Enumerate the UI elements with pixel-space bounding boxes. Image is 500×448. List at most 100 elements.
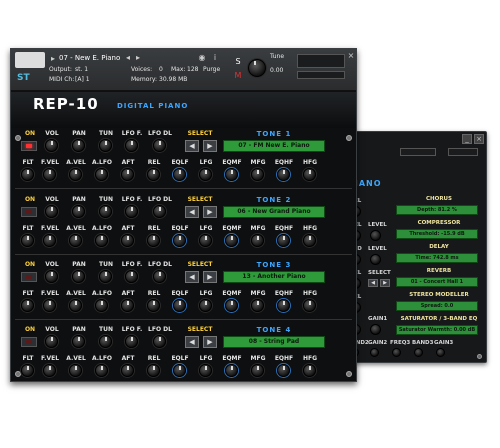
tone-knob[interactable]	[69, 168, 82, 181]
tone-knob[interactable]	[69, 299, 82, 312]
tone-knob[interactable]	[43, 299, 56, 312]
tone-knob[interactable]	[277, 234, 290, 247]
prev-patch-button[interactable]: ◀	[185, 336, 199, 348]
tone-knob[interactable]	[153, 270, 166, 283]
chevron-right-icon[interactable]: ▸	[49, 54, 57, 64]
tone-knob[interactable]	[199, 364, 212, 377]
patch-display[interactable]: 08 - String Pad	[223, 336, 325, 348]
tone-knob[interactable]	[45, 139, 58, 152]
prev-patch-button[interactable]: ◀	[185, 206, 199, 218]
tone-knob[interactable]	[173, 168, 186, 181]
prev-patch-button[interactable]: ◀	[185, 271, 199, 283]
tone-knob[interactable]	[199, 234, 212, 247]
tone-knob[interactable]	[125, 139, 138, 152]
fx-prev-button[interactable]: ◀	[368, 279, 378, 287]
fx-tune-display[interactable]	[400, 148, 436, 156]
tone-knob[interactable]	[225, 168, 238, 181]
patch-display[interactable]: 13 - Another Piano	[223, 271, 325, 283]
instrument-name[interactable]: 07 - New E. Piano	[59, 54, 120, 62]
output-value[interactable]: st. 1	[75, 66, 88, 73]
tone-knob[interactable]	[21, 234, 34, 247]
tone-knob[interactable]	[147, 234, 160, 247]
tone-knob[interactable]	[251, 234, 264, 247]
tone-knob[interactable]	[173, 299, 186, 312]
tone-on-button[interactable]	[21, 207, 37, 217]
tone-knob[interactable]	[43, 234, 56, 247]
tone-knob[interactable]	[199, 168, 212, 181]
tone-knob[interactable]	[21, 168, 34, 181]
chorus-display[interactable]: Depth: 81.2 %	[396, 205, 478, 215]
tone-on-button[interactable]	[21, 141, 37, 151]
stereo-display[interactable]: Spread: 0.0	[396, 301, 478, 311]
fx-knob[interactable]	[436, 348, 445, 357]
next-patch-button[interactable]: ▶	[203, 271, 217, 283]
next-patch-button[interactable]: ▶	[203, 140, 217, 152]
solo-icon[interactable]: S	[233, 57, 243, 67]
tone-knob[interactable]	[153, 139, 166, 152]
purge-button[interactable]: Purge	[203, 66, 220, 73]
tone-knob[interactable]	[43, 364, 56, 377]
tone-knob[interactable]	[277, 299, 290, 312]
tone-knob[interactable]	[99, 270, 112, 283]
tone-knob[interactable]	[72, 270, 85, 283]
tone-knob[interactable]	[225, 234, 238, 247]
tone-knob[interactable]	[251, 299, 264, 312]
max-value[interactable]: 128	[187, 66, 198, 73]
tone-knob[interactable]	[173, 234, 186, 247]
prev-patch-button[interactable]: ◀	[185, 140, 199, 152]
tone-knob[interactable]	[303, 299, 316, 312]
tone-knob[interactable]	[303, 234, 316, 247]
tone-knob[interactable]	[95, 234, 108, 247]
tone-knob[interactable]	[69, 234, 82, 247]
tone-knob[interactable]	[99, 335, 112, 348]
tune-knob[interactable]	[248, 59, 266, 77]
info-icon[interactable]: i	[210, 53, 220, 63]
tone-knob[interactable]	[21, 299, 34, 312]
camera-icon[interactable]: ◉	[197, 53, 207, 63]
saturator-display[interactable]: Saturator Warmth: 0.00 dB	[396, 325, 478, 335]
mute-icon[interactable]: M	[233, 71, 243, 81]
tone-knob[interactable]	[95, 299, 108, 312]
tone-knob[interactable]	[45, 270, 58, 283]
tone-knob[interactable]	[277, 168, 290, 181]
tone-knob[interactable]	[303, 168, 316, 181]
tone-knob[interactable]	[121, 364, 134, 377]
tone-knob[interactable]	[125, 205, 138, 218]
tone-knob[interactable]	[72, 335, 85, 348]
tone-knob[interactable]	[153, 335, 166, 348]
tone-knob[interactable]	[251, 168, 264, 181]
tone-knob[interactable]	[303, 364, 316, 377]
next-patch-button[interactable]: ▶	[203, 206, 217, 218]
compressor-display[interactable]: Threshold: -15.9 dB	[396, 229, 478, 239]
tone-knob[interactable]	[99, 139, 112, 152]
tone-knob[interactable]	[173, 364, 186, 377]
patch-display[interactable]: 06 - New Grand Piano	[223, 206, 325, 218]
fx-output-display[interactable]	[448, 148, 478, 156]
tone-knob[interactable]	[121, 299, 134, 312]
pan-slider[interactable]	[297, 71, 345, 79]
tone-knob[interactable]	[69, 364, 82, 377]
next-instrument-icon[interactable]: ▸	[133, 53, 143, 63]
tone-knob[interactable]	[125, 270, 138, 283]
next-patch-button[interactable]: ▶	[203, 336, 217, 348]
tone-knob[interactable]	[147, 364, 160, 377]
tone-knob[interactable]	[43, 168, 56, 181]
tone-knob[interactable]	[147, 299, 160, 312]
fx-knob[interactable]	[370, 348, 379, 357]
tone-knob[interactable]	[21, 364, 34, 377]
fx-knob[interactable]	[392, 348, 401, 357]
midi-value[interactable]: [A] 1	[75, 76, 90, 83]
tone-knob[interactable]	[199, 299, 212, 312]
delay-display[interactable]: Time: 742.8 ms	[396, 253, 478, 263]
tone-knob[interactable]	[153, 205, 166, 218]
tone-knob[interactable]	[72, 205, 85, 218]
reverb-display[interactable]: 01 - Concert Hall 1	[396, 277, 478, 287]
fx-knob[interactable]	[370, 254, 381, 265]
tone-on-button[interactable]	[21, 272, 37, 282]
tone-knob[interactable]	[277, 364, 290, 377]
tone-knob[interactable]	[95, 168, 108, 181]
fx-knob[interactable]	[414, 348, 423, 357]
tone-knob[interactable]	[95, 364, 108, 377]
tone-knob[interactable]	[147, 168, 160, 181]
fx-knob[interactable]	[370, 324, 381, 335]
